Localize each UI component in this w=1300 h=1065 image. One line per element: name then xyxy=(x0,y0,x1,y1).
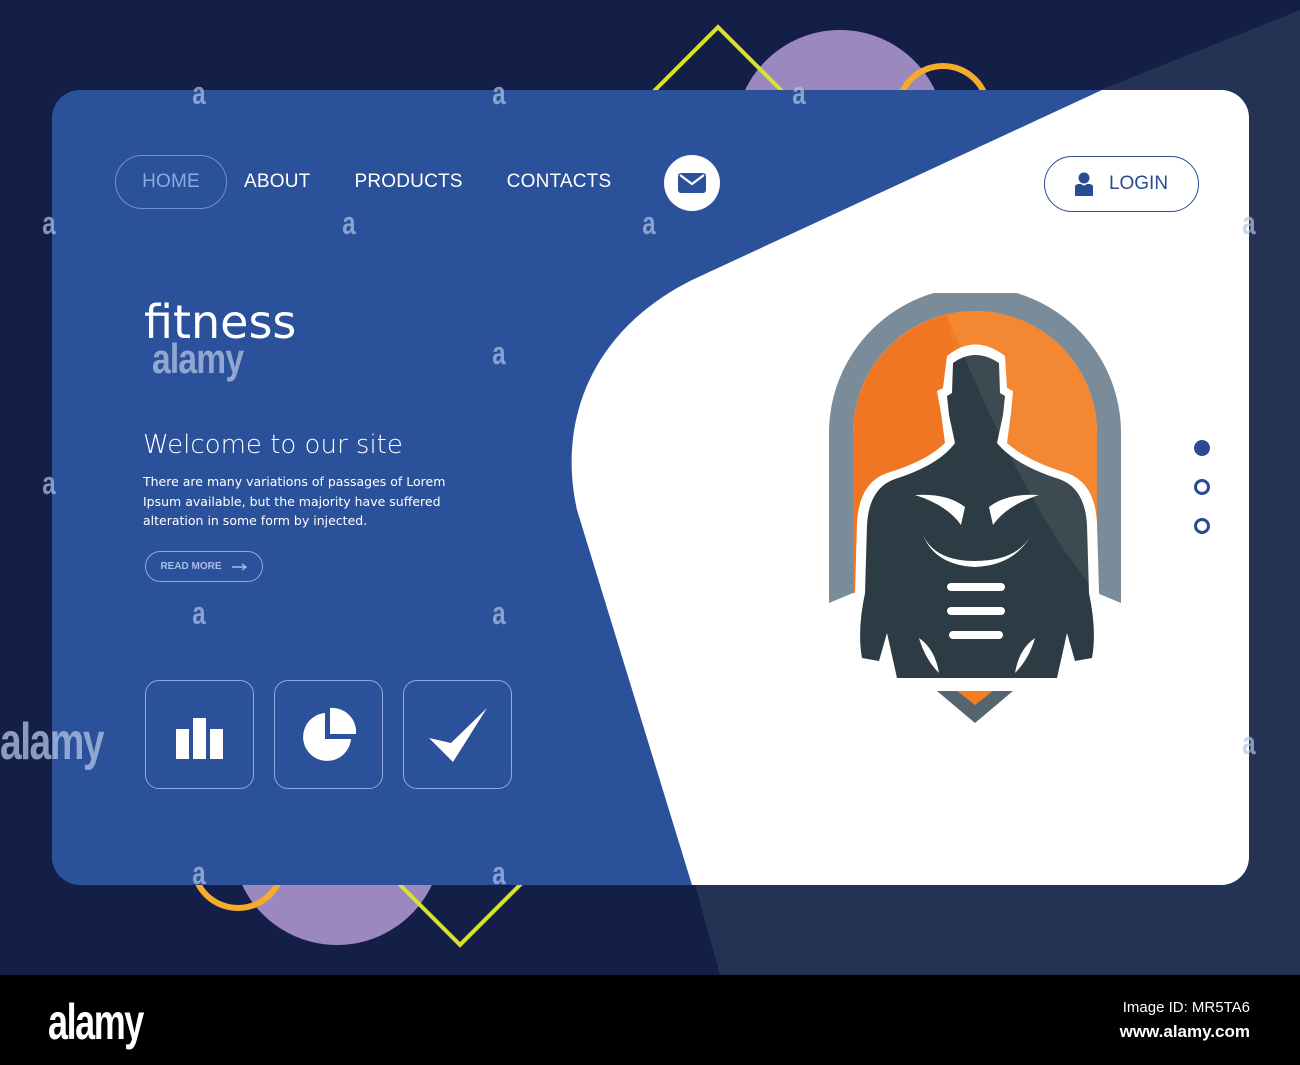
watermark-glyph: a xyxy=(342,205,356,241)
hero-body: There are many variations of passages of… xyxy=(143,474,446,528)
watermark-glyph: a xyxy=(1242,725,1256,761)
alamy-logo: alamy xyxy=(48,994,144,1050)
fitness-logo xyxy=(829,293,1121,723)
site-url: www.alamy.com xyxy=(1119,1022,1250,1041)
watermark-glyph: a xyxy=(192,595,206,631)
watermark-glyph: a xyxy=(792,75,806,111)
watermark-footer: alamy Image ID: MR5TA6 www.alamy.com xyxy=(0,975,1300,1065)
watermark-glyph: a xyxy=(192,855,206,891)
feature-box-analytics[interactable] xyxy=(274,680,383,789)
watermark-text: alamy xyxy=(0,713,105,771)
envelope-icon xyxy=(678,173,706,193)
pie-chart-icon xyxy=(302,707,356,761)
watermark-glyph: a xyxy=(1242,205,1256,241)
watermark-glyph: a xyxy=(492,595,506,631)
arrow-right-icon xyxy=(231,562,247,571)
watermark-glyph: a xyxy=(492,75,506,111)
slider-dot-1[interactable] xyxy=(1194,440,1210,456)
watermark-text: alamy xyxy=(152,335,244,382)
watermark-glyph: a xyxy=(192,75,206,111)
image-id: Image ID: MR5TA6 xyxy=(1122,999,1250,1016)
watermark-glyph: a xyxy=(492,855,506,891)
nav-contacts[interactable]: CONTACTS xyxy=(507,171,612,193)
nav-home[interactable]: HOME xyxy=(115,155,227,209)
slider-dots xyxy=(1194,440,1210,557)
feature-box-check[interactable] xyxy=(403,680,512,789)
slider-dot-3[interactable] xyxy=(1194,518,1210,534)
login-label: LOGIN xyxy=(1108,173,1169,194)
checkmark-icon xyxy=(428,707,487,762)
user-icon xyxy=(1074,172,1093,196)
watermark-glyph: a xyxy=(42,205,56,241)
nav-about[interactable]: ABOUT xyxy=(244,171,310,193)
hero-subtitle: Welcome to our site xyxy=(143,430,403,460)
mail-button[interactable] xyxy=(664,155,720,211)
feature-box-stats[interactable] xyxy=(145,680,254,789)
main-nav: HOME ABOUT PRODUCTS CONTACTS xyxy=(115,155,655,209)
read-more-label: READ MORE xyxy=(160,561,222,572)
read-more-button[interactable]: READ MORE xyxy=(145,551,263,582)
watermark-glyph: a xyxy=(42,465,56,501)
slider-dot-2[interactable] xyxy=(1194,479,1210,495)
watermark-glyph: a xyxy=(492,335,506,371)
bar-chart-icon xyxy=(175,717,223,759)
watermark-glyph: a xyxy=(642,205,656,241)
login-button[interactable]: LOGIN xyxy=(1044,156,1199,212)
nav-products[interactable]: PRODUCTS xyxy=(354,171,462,193)
